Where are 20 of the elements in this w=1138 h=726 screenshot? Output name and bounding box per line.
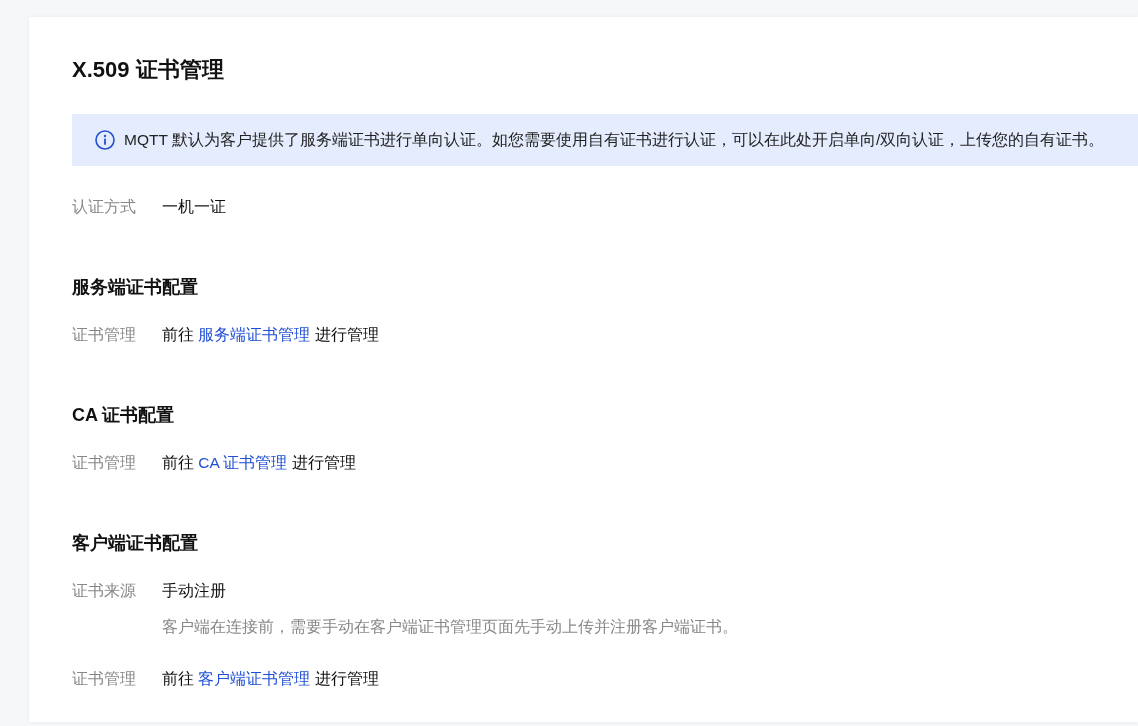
field-label: 认证方式 (72, 197, 137, 217)
management-link[interactable]: 客户端证书管理 (198, 670, 311, 687)
management-text: 前往 CA 证书管理 进行管理 (162, 453, 356, 473)
management-link[interactable]: CA 证书管理 (198, 454, 288, 471)
management-text: 前往 客户端证书管理 进行管理 (162, 669, 379, 689)
management-link[interactable]: 服务端证书管理 (198, 326, 311, 343)
field-label: 证书管理 (72, 669, 137, 689)
field-label: 证书管理 (72, 453, 137, 473)
info-text: MQTT 默认为客户提供了服务端证书进行单向认证。如您需要使用自有证书进行认证，可以在此处开启单向/双向认证，上传您的自有证书。 (124, 130, 1105, 150)
field-value: 手动注册 (162, 581, 226, 601)
field-hint: 客户端在连接前，需要手动在客户端证书管理页面先手动上传并注册客户端证书。 (162, 617, 738, 637)
field-label: 证书管理 (72, 325, 137, 345)
management-text: 前往 服务端证书管理 进行管理 (162, 325, 379, 345)
field-label: 证书来源 (72, 581, 137, 601)
field-value: 一机一证 (162, 197, 226, 217)
section-title: 服务端证书配置 (72, 276, 198, 299)
section-title: CA 证书配置 (72, 404, 175, 427)
page-title: X.509 证书管理 (72, 56, 224, 84)
section-title: 客户端证书配置 (72, 532, 198, 555)
info-icon (95, 130, 115, 150)
